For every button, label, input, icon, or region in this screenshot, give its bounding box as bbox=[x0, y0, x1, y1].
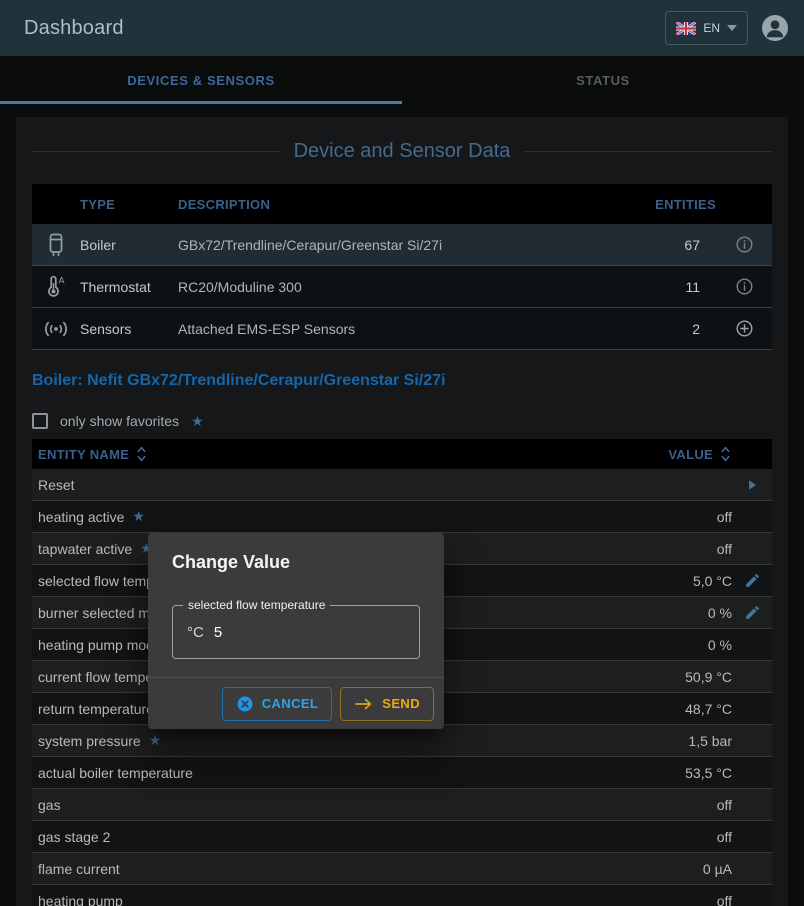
send-button[interactable]: SEND bbox=[340, 687, 434, 721]
cancel-label: CANCEL bbox=[262, 696, 319, 711]
change-value-dialog: Change Value selected flow temperature °… bbox=[148, 533, 444, 729]
app-root: Dashboard EN bbox=[0, 0, 804, 906]
field-label: selected flow temperature bbox=[183, 598, 330, 612]
send-label: SEND bbox=[382, 696, 420, 711]
dialog-actions: CANCEL SEND bbox=[148, 677, 444, 729]
dialog-title: Change Value bbox=[148, 533, 444, 587]
value-input-field[interactable]: selected flow temperature °C 5 bbox=[172, 605, 420, 659]
field-value: 5 bbox=[214, 624, 222, 641]
send-arrow-icon bbox=[354, 696, 374, 712]
modal-backdrop[interactable] bbox=[0, 0, 804, 906]
cancel-icon bbox=[236, 695, 254, 713]
unit-adornment: °C bbox=[187, 624, 204, 641]
cancel-button[interactable]: CANCEL bbox=[222, 687, 333, 721]
